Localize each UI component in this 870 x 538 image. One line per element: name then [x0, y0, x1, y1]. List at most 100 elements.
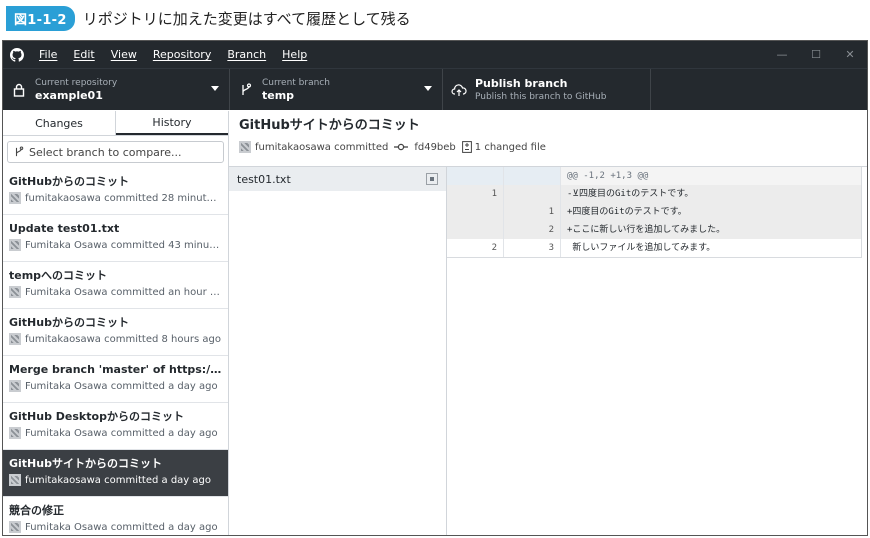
diff-line-deleted[interactable]: 1 -⊻四度目のGitのテストです。: [447, 185, 861, 203]
menu-branch[interactable]: Branch: [219, 48, 274, 61]
maximize-button[interactable]: ☐: [799, 41, 833, 68]
new-line-number: [504, 167, 561, 185]
changed-files-count: 1 changed file: [474, 141, 546, 153]
old-line-number: 1: [447, 185, 504, 203]
branch-icon: [14, 146, 24, 158]
sidebar: Changes History Select branch to compare…: [3, 111, 229, 535]
file-modified-icon: [426, 173, 438, 185]
branch-compare-placeholder: Select branch to compare...: [29, 145, 182, 159]
current-repository-label: Current repository: [35, 77, 118, 88]
chevron-down-icon: [424, 86, 432, 91]
figure-caption: 図1-1-2 リポジトリに加えた変更はすべて履歴として残る: [0, 0, 870, 36]
current-branch-button[interactable]: Current branch temp: [230, 69, 443, 110]
publish-branch-title: Publish branch: [475, 76, 568, 90]
toolbar: Current repository example01 Current bra…: [3, 68, 867, 110]
commit-title: GitHubからのコミット: [9, 316, 129, 329]
new-line-number: 1: [504, 203, 561, 221]
current-repository-button[interactable]: Current repository example01: [3, 69, 230, 110]
diff-line-added[interactable]: 2 +ここに新しい行を追加してみました。: [447, 221, 861, 239]
menu-edit[interactable]: Edit: [65, 48, 102, 61]
commit-icon: [394, 143, 409, 151]
commit-meta: Fumitaka Osawa committed a day ago: [25, 521, 218, 533]
commit-item[interactable]: tempへのコミット Fumitaka Osawa committed an h…: [3, 262, 228, 309]
close-button[interactable]: ✕: [833, 41, 867, 68]
minimize-button[interactable]: —: [765, 41, 799, 68]
old-line-number: [447, 203, 504, 221]
old-line-number: [447, 167, 504, 185]
commit-meta: Fumitaka Osawa committed a day ago: [25, 427, 218, 439]
new-line-number: 3: [504, 239, 561, 257]
diff-line-added[interactable]: 1 +四度目のGitのテストです。: [447, 203, 861, 221]
avatar: [9, 521, 21, 533]
commit-title: Merge branch 'master' of https://github.…: [9, 363, 222, 376]
current-branch-value: temp: [262, 88, 295, 102]
new-line-number: [504, 185, 561, 203]
commit-title: Update test01.txt: [9, 222, 120, 235]
commit-item[interactable]: Update test01.txt Fumitaka Osawa committ…: [3, 215, 228, 262]
commit-sha[interactable]: fd49beb: [414, 142, 455, 153]
avatar: [9, 380, 21, 392]
file-item[interactable]: test01.txt: [229, 167, 446, 191]
new-line-number: 2: [504, 221, 561, 239]
commit-title: tempへのコミット: [9, 269, 108, 282]
current-branch-label: Current branch: [262, 77, 330, 88]
commit-item[interactable]: GitHub Desktopからのコミット Fumitaka Osawa com…: [3, 403, 228, 450]
avatar: [239, 141, 251, 153]
publish-branch-button[interactable]: Publish branch Publish this branch to Gi…: [443, 69, 651, 110]
branch-compare-input[interactable]: Select branch to compare...: [7, 141, 224, 163]
diff-line-text: +ここに新しい行を追加してみました。: [561, 221, 861, 239]
publish-branch-description: Publish this branch to GitHub: [475, 91, 607, 102]
cloud-upload-icon: [451, 83, 467, 97]
file-name: test01.txt: [237, 172, 291, 186]
commit-list: GitHubからのコミット fumitakaosawa committed 28…: [3, 168, 228, 535]
commit-title: GitHubからのコミット: [9, 175, 129, 188]
commit-item[interactable]: 競合の修正 Fumitaka Osawa committed a day ago: [3, 497, 228, 535]
diff-hunk-header: @@ -1,2 +1,3 @@: [447, 167, 861, 185]
avatar: [9, 239, 21, 251]
old-line-number: [447, 221, 504, 239]
commit-meta: Fumitaka Osawa committed 43 minutes a...: [25, 239, 222, 251]
changed-files-list: test01.txt: [229, 167, 447, 535]
title-bar: File Edit View Repository Branch Help — …: [3, 41, 867, 68]
menu-file[interactable]: File: [31, 48, 65, 61]
menu-view[interactable]: View: [103, 48, 145, 61]
avatar: [9, 427, 21, 439]
menu-repository[interactable]: Repository: [145, 48, 220, 61]
commit-meta: fumitakaosawa committed a day ago: [25, 474, 211, 486]
avatar: [9, 474, 21, 486]
avatar: [9, 286, 21, 298]
commit-summary: GitHubサイトからのコミット fumitakaosawa committed…: [229, 111, 867, 167]
commit-item[interactable]: GitHubからのコミット fumitakaosawa committed 28…: [3, 168, 228, 215]
window-controls: — ☐ ✕: [765, 41, 867, 68]
lock-icon: [11, 83, 27, 97]
github-logo-icon: [3, 41, 31, 68]
commit-item-selected[interactable]: GitHubサイトからのコミット fumitakaosawa committed…: [3, 450, 228, 497]
diff-line-text: 新しいファイルを追加してみます。: [561, 239, 861, 257]
diff-line-context[interactable]: 2 3 新しいファイルを追加してみます。: [447, 239, 861, 257]
tab-history[interactable]: History: [116, 111, 228, 135]
current-repository-value: example01: [35, 88, 103, 102]
main-panel: GitHubサイトからのコミット fumitakaosawa committed…: [229, 111, 867, 535]
commit-meta: Fumitaka Osawa committed a day ago: [25, 380, 218, 392]
file-diff-icon: [461, 141, 472, 153]
branch-icon: [238, 82, 254, 97]
commit-meta: fumitakaosawa committed 8 hours ago: [25, 333, 221, 345]
diff-line-text: -⊻四度目のGitのテストです。: [561, 185, 861, 203]
tab-changes[interactable]: Changes: [3, 111, 116, 135]
commit-item[interactable]: Merge branch 'master' of https://github.…: [3, 356, 228, 403]
commit-author: fumitakaosawa committed: [255, 141, 389, 153]
avatar: [9, 192, 21, 204]
commit-title: GitHubサイトからのコミット: [9, 457, 162, 470]
figure-badge: 図1-1-2: [6, 5, 75, 31]
commit-detail-title: GitHubサイトからのコミット: [239, 118, 420, 133]
diff-line-text: +四度目のGitのテストです。: [561, 203, 861, 221]
sidebar-tabs: Changes History: [3, 111, 228, 136]
avatar: [9, 333, 21, 345]
old-line-number: 2: [447, 239, 504, 257]
commit-item[interactable]: GitHubからのコミット fumitakaosawa committed 8 …: [3, 309, 228, 356]
menu-help[interactable]: Help: [274, 48, 315, 61]
diff-view: @@ -1,2 +1,3 @@ 1 -⊻四度目のGitのテストです。 1 +四度…: [447, 167, 867, 535]
diff-line-text: @@ -1,2 +1,3 @@: [561, 167, 861, 185]
caption-text: リポジトリに加えた変更はすべて履歴として残る: [82, 9, 411, 28]
commit-meta: fumitakaosawa committed 28 minutes ago: [25, 192, 222, 204]
